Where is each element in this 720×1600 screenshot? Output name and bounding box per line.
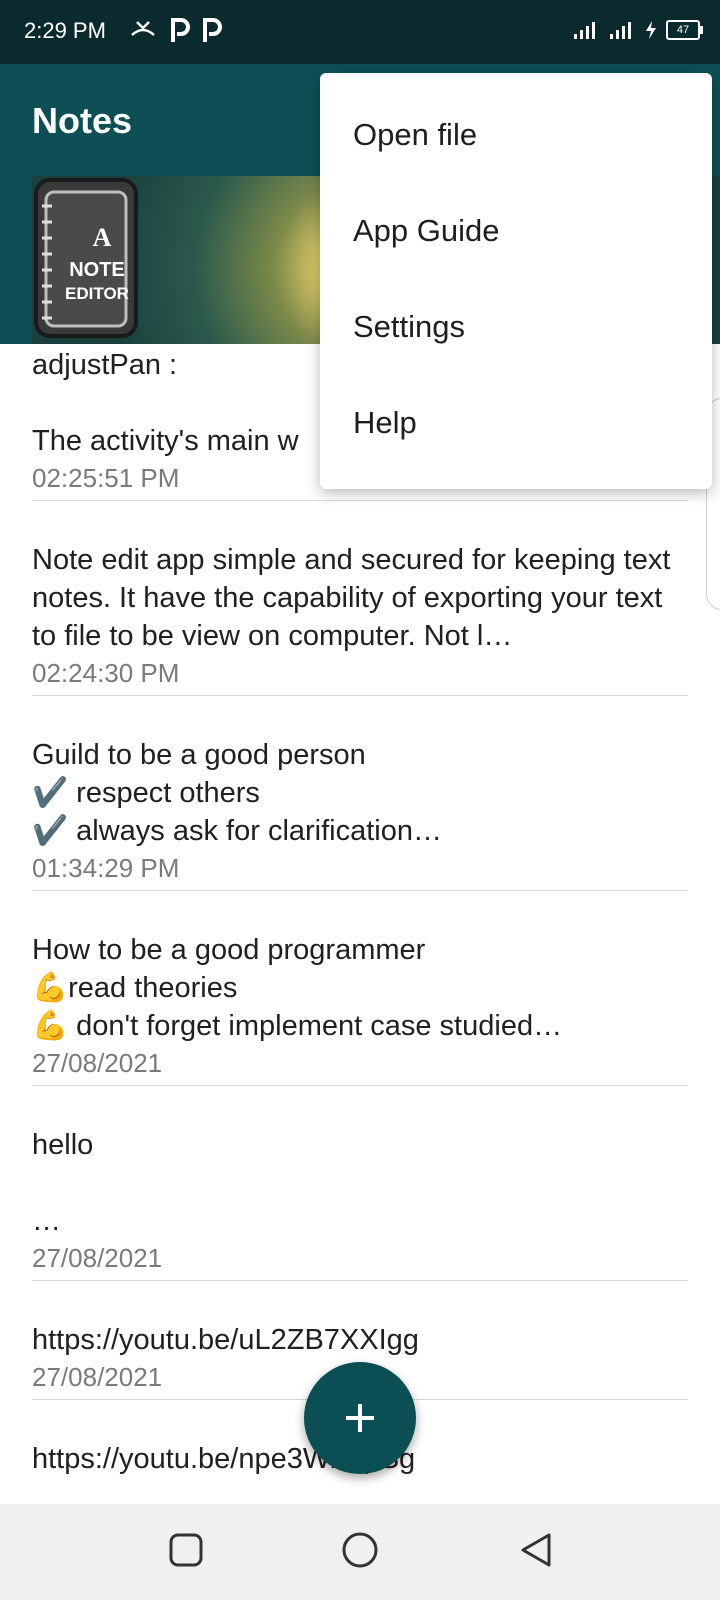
- notes-list: adjustPan : The activity's main w 02:25:…: [0, 344, 720, 1484]
- note-timestamp: 27/08/2021: [32, 1048, 163, 1078]
- logo-text-editor: EDITOR: [65, 284, 129, 303]
- status-bar: 2:29 PM 47: [0, 0, 720, 64]
- note-item[interactable]: Note edit app simple and secured for kee…: [32, 501, 688, 696]
- overflow-menu: Open file App Guide Settings Help: [320, 73, 712, 489]
- note-item[interactable]: Guild to be a good person ✔️ respect oth…: [32, 696, 688, 891]
- battery-icon: 47: [666, 20, 703, 40]
- back-icon[interactable]: [518, 1532, 554, 1568]
- charging-icon: [646, 21, 656, 39]
- note-body: https://youtu.be/uL2ZB7XXIgg: [32, 1324, 419, 1356]
- app-title: Notes: [32, 100, 133, 141]
- system-icons: 47: [572, 20, 703, 40]
- note-body: Guild to be a good person ✔️ respect oth…: [32, 739, 443, 847]
- menu-item-settings[interactable]: Settings: [320, 279, 712, 375]
- missed-call-icon: [131, 21, 155, 36]
- recent-apps-icon[interactable]: [168, 1532, 204, 1568]
- plus-icon: [346, 1404, 374, 1432]
- status-time: 2:29 PM: [24, 18, 106, 43]
- p-app-icon: [171, 18, 190, 42]
- note-editor-logo: A NOTE EDITOR: [34, 178, 138, 338]
- note-timestamp: 02:24:30 PM: [32, 658, 180, 688]
- note-body: How to be a good programmer 💪read theori…: [32, 934, 563, 1042]
- logo-text-note: NOTE: [69, 259, 125, 281]
- menu-item-open-file[interactable]: Open file: [320, 87, 712, 183]
- logo-letter-a: A: [93, 223, 112, 252]
- notification-icons: [128, 16, 222, 46]
- p-app-icon-2: [203, 18, 222, 42]
- note-body: Note edit app simple and secured for kee…: [32, 544, 679, 652]
- note-timestamp: 01:34:29 PM: [32, 853, 180, 883]
- signal-icon-2: [610, 22, 631, 39]
- note-item[interactable]: hello … 27/08/2021: [32, 1086, 688, 1281]
- home-icon[interactable]: [342, 1532, 378, 1568]
- note-timestamp: 27/08/2021: [32, 1243, 163, 1273]
- note-body: hello …: [32, 1129, 94, 1237]
- add-note-button[interactable]: [304, 1362, 416, 1474]
- menu-item-help[interactable]: Help: [320, 375, 712, 471]
- signal-icon: [574, 22, 595, 39]
- navigation-bar: [0, 1504, 720, 1600]
- menu-item-app-guide[interactable]: App Guide: [320, 183, 712, 279]
- note-item[interactable]: How to be a good programmer 💪read theori…: [32, 891, 688, 1086]
